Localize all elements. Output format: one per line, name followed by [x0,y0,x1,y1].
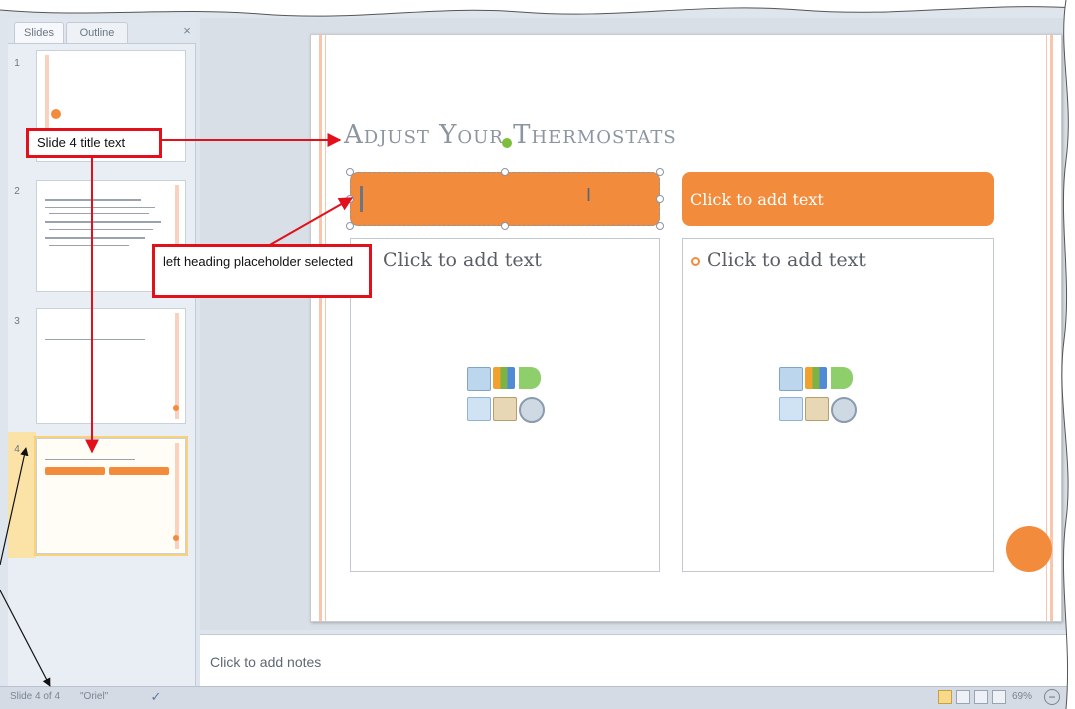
notes-placeholder: Click to add notes [210,654,322,670]
media-icon[interactable] [519,397,545,423]
torn-right-edge [1061,0,1075,709]
left-heading-placeholder[interactable] [350,172,660,226]
right-content-placeholder[interactable]: Click to add text [682,238,994,572]
thumbnail-number: 3 [14,316,20,327]
spell-check-icon[interactable]: ✓ [144,689,168,705]
close-pane-icon[interactable]: × [180,24,194,38]
thumbnail-number: 4 [14,444,20,455]
sizing-handle[interactable] [501,222,509,230]
zoom-level[interactable]: 69% [1012,690,1042,704]
right-heading-prompt: Click to add text [690,190,824,209]
content-prompt: Click to add text [707,249,866,271]
torn-top-edge [0,0,1075,17]
callout-title-text: Slide 4 title text [26,128,162,158]
picture-icon[interactable] [467,397,491,421]
chart-icon[interactable] [493,367,515,389]
slide-sorter-icon[interactable] [956,690,970,704]
left-content-placeholder[interactable]: Click to add text [350,238,660,572]
thumbnail-number: 2 [14,186,20,197]
sizing-handle[interactable] [656,222,664,230]
slide-thumbnail-3[interactable] [36,308,186,424]
callout-left-heading: left heading placeholder selected [152,244,372,298]
clip-art-icon[interactable] [805,397,829,421]
clip-art-icon[interactable] [493,397,517,421]
bullet-icon [691,257,700,266]
table-icon[interactable] [467,367,491,391]
smartart-icon[interactable] [831,367,853,389]
smartart-icon[interactable] [519,367,541,389]
thumbnail-number: 1 [14,58,20,69]
content-insert-icons [467,367,545,435]
theme-name: "Oriel" [80,691,109,702]
slide-title[interactable]: Adjust Your Thermostats [344,116,824,154]
content-insert-icons [779,367,857,435]
content-prompt: Click to add text [383,249,542,271]
picture-icon[interactable] [779,397,803,421]
sizing-handle[interactable] [656,195,664,203]
slide-show-icon[interactable] [992,690,1006,704]
rotation-handle[interactable] [502,138,512,148]
slide-thumbnail-4[interactable] [34,436,188,556]
text-cursor [360,186,363,212]
sizing-handle[interactable] [346,195,354,203]
sizing-handle[interactable] [656,168,664,176]
sizing-handle[interactable] [501,168,509,176]
chart-icon[interactable] [805,367,827,389]
normal-view-icon[interactable] [938,690,952,704]
ibeam-pointer-icon: I [586,185,592,205]
reading-view-icon[interactable] [974,690,988,704]
sizing-handle[interactable] [346,168,354,176]
slide-position-indicator: Slide 4 of 4 [10,691,61,702]
sizing-handle[interactable] [346,222,354,230]
table-icon[interactable] [779,367,803,391]
media-icon[interactable] [831,397,857,423]
